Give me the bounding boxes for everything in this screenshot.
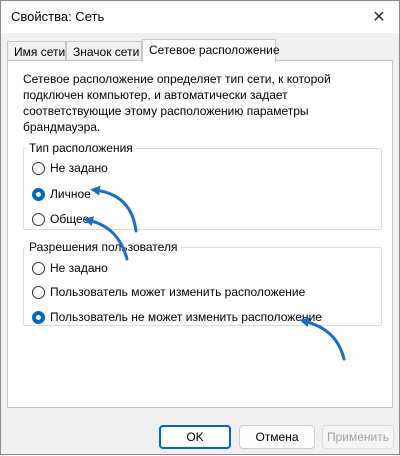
permission-option-can-change[interactable]: Пользователь может изменить расположение <box>32 284 305 300</box>
radio-button-checked[interactable] <box>32 310 45 324</box>
tab-network-icon[interactable]: Значок сети <box>66 41 142 61</box>
tab-network-name[interactable]: Имя сети <box>7 41 66 61</box>
location-option-private[interactable]: Личное <box>32 186 91 202</box>
tab-network-location[interactable]: Сетевое расположение <box>142 39 280 62</box>
radio-label: Пользователь не может изменить расположе… <box>50 310 322 324</box>
permission-option-unset[interactable]: Не задано <box>32 260 108 276</box>
title-bar: Свойства: Сеть ✕ <box>1 1 399 33</box>
properties-dialog: Свойства: Сеть ✕ Имя сети Значок сети Се… <box>0 0 400 455</box>
user-permissions-group: Разрешения пользователя Не задано Пользо… <box>23 240 382 326</box>
location-description: Сетевое расположение определяет тип сети… <box>23 72 331 134</box>
radio-label: Не задано <box>50 161 108 175</box>
close-icon: ✕ <box>372 9 386 26</box>
radio-button[interactable] <box>32 212 45 226</box>
radio-label: Личное <box>50 187 91 201</box>
radio-label: Пользователь может изменить расположение <box>50 285 306 299</box>
location-option-unset[interactable]: Не задано <box>32 160 108 176</box>
radio-button[interactable] <box>32 285 45 299</box>
radio-button[interactable] <box>32 161 45 175</box>
radio-button[interactable] <box>32 261 45 275</box>
user-permissions-legend: Разрешения пользователя <box>29 240 178 254</box>
permission-option-cannot-change[interactable]: Пользователь не может изменить расположе… <box>32 309 322 325</box>
tab-panel-network-location: Сетевое расположение определяет тип сети… <box>7 60 393 408</box>
apply-button[interactable]: Применить <box>322 425 394 449</box>
location-type-legend: Тип расположения <box>29 141 133 155</box>
location-option-public[interactable]: Общее <box>32 211 89 227</box>
radio-button-checked[interactable] <box>32 187 45 201</box>
window-title: Свойства: Сеть <box>11 9 105 24</box>
ok-button[interactable]: OK <box>159 425 231 449</box>
radio-label: Общее <box>50 212 90 226</box>
close-button[interactable]: ✕ <box>365 3 393 31</box>
location-type-group: Тип расположения Не задано Личное Общее <box>23 141 382 230</box>
cancel-button[interactable]: Отмена <box>239 425 315 449</box>
radio-label: Не задано <box>50 261 108 275</box>
